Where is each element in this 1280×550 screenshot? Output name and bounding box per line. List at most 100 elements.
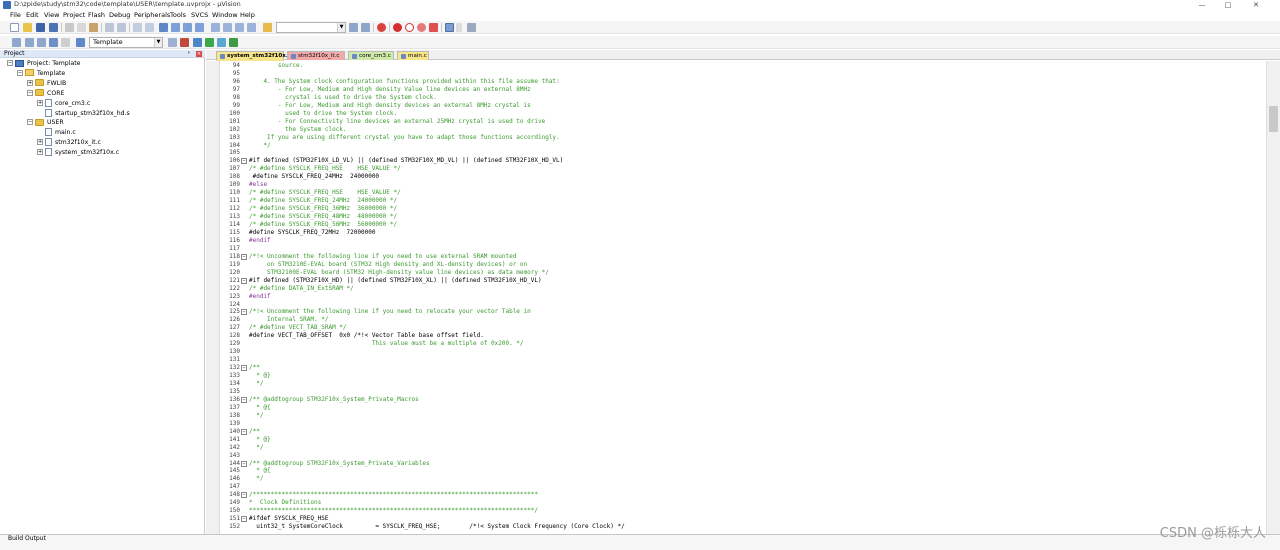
menu-peripherals[interactable]: Peripherals [134, 11, 170, 19]
window-layout-icon[interactable] [445, 23, 454, 32]
close-button[interactable]: ✕ [1244, 0, 1268, 10]
maximize-button[interactable]: □ [1216, 0, 1240, 10]
code-line[interactable]: 120 STM32100E-EVAL board (STM32 High-den… [206, 269, 1266, 277]
menu-debug[interactable]: Debug [109, 11, 130, 19]
code-line[interactable]: 139 [206, 420, 1266, 428]
code-line[interactable]: 105 [206, 149, 1266, 157]
rebuild-icon[interactable] [37, 38, 46, 47]
code-line[interactable]: 119 on STM3210E-EVAL board (STM32 High d… [206, 261, 1266, 269]
target-options-icon[interactable] [168, 38, 177, 47]
code-line[interactable]: 147 [206, 483, 1266, 491]
code-line[interactable]: 110 /* #define SYSCLK_FREQ_HSE HSE_VALUE … [206, 189, 1266, 197]
menu-help[interactable]: Help [240, 11, 255, 19]
code-line[interactable]: 136−/** @addtogroup STM32F10x_System_Pri… [206, 396, 1266, 404]
kill-breakpoints-icon[interactable] [417, 23, 426, 32]
window-layout-dropdown-icon[interactable] [456, 23, 462, 32]
project-tree-item[interactable]: startup_stm32f10x_hd.s [37, 108, 130, 119]
breakpoint-icon[interactable] [393, 23, 402, 32]
next-bookmark-icon[interactable] [183, 23, 192, 32]
tree-expander-icon[interactable]: + [37, 149, 43, 156]
project-tree-item[interactable]: + stm32f10x_it.c [37, 138, 101, 148]
redo-icon[interactable] [117, 23, 126, 32]
fold-toggle-icon[interactable]: − [241, 277, 247, 284]
find-in-files-icon[interactable] [263, 23, 272, 32]
code-line[interactable]: 118−/*!< Uncomment the following line if… [206, 253, 1266, 261]
target-select[interactable]: Template ▼ [89, 37, 163, 48]
tree-expander-icon[interactable]: − [7, 60, 13, 66]
code-line[interactable]: 140−/** [206, 428, 1266, 436]
minimize-button[interactable]: — [1190, 0, 1214, 10]
fold-toggle-icon[interactable]: − [241, 492, 247, 499]
tree-expander-icon[interactable]: − [27, 89, 33, 96]
code-line[interactable]: 116 #endif [206, 237, 1266, 245]
code-line[interactable]: 114 /* #define SYSCLK_FREQ_56MHz 56000000… [206, 221, 1266, 229]
find-icon[interactable] [349, 23, 358, 32]
tree-expander-icon[interactable]: − [17, 69, 23, 76]
comment-icon[interactable] [235, 23, 244, 32]
select-packs-icon[interactable] [205, 38, 214, 47]
code-line[interactable]: 151− #ifdef SYSCLK_FREQ_HSE [206, 515, 1266, 523]
code-line[interactable]: 128 #define VECT_TAB_OFFSET 0x0 /*!< Vect… [206, 332, 1266, 340]
project-tree-item[interactable]: − Project: Template [7, 59, 80, 69]
disable-all-breakpoints-icon[interactable] [429, 23, 438, 32]
pack-installer-icon[interactable] [217, 38, 226, 47]
code-view[interactable]: 94 source. 95 96 4. The System clock confi… [206, 61, 1266, 534]
tab-core-cm3-c[interactable]: core_cm3.c [348, 51, 394, 60]
undo-icon[interactable] [105, 23, 114, 32]
run-time-env-icon[interactable] [229, 38, 238, 47]
menu-edit[interactable]: Edit [26, 11, 39, 19]
code-line[interactable]: 150 *************************************… [206, 507, 1266, 515]
fold-toggle-icon[interactable]: − [241, 158, 247, 165]
vertical-scrollbar[interactable] [1266, 61, 1280, 534]
tab-main-c[interactable]: main.c [397, 51, 429, 60]
code-line[interactable]: 129 This value must be a multiple of 0x2… [206, 340, 1266, 348]
code-line[interactable]: 115 #define SYSCLK_FREQ_72MHz 72000000 [206, 229, 1266, 237]
code-line[interactable]: 146 */ [206, 475, 1266, 483]
fold-toggle-icon[interactable]: − [241, 309, 247, 316]
translate-icon[interactable] [12, 38, 21, 47]
code-line[interactable]: 122 /* #define DATA_IN_ExtSRAM */ [206, 285, 1266, 293]
file-extensions-icon[interactable] [180, 38, 189, 47]
code-line[interactable]: 107 /* #define SYSCLK_FREQ_HSE HSE_VALUE … [206, 165, 1266, 173]
code-line[interactable]: 97 - For Low, Medium and High density Va… [206, 86, 1266, 94]
tree-expander-icon[interactable]: + [37, 99, 43, 106]
project-tree-item[interactable]: main.c [37, 128, 76, 138]
code-line[interactable]: 98 crystal is used to drive the System c… [206, 94, 1266, 102]
scrollbar-thumb[interactable] [1269, 106, 1278, 132]
code-line[interactable]: 94 source. [206, 62, 1266, 70]
code-line[interactable]: 141 * @} [206, 436, 1266, 444]
fold-toggle-icon[interactable]: − [241, 396, 247, 403]
code-line[interactable]: 124 [206, 301, 1266, 309]
copy-icon[interactable] [77, 23, 86, 32]
debug-start-icon[interactable] [377, 23, 386, 32]
code-line[interactable]: 125−/*!< Uncomment the following line if… [206, 308, 1266, 316]
close-panel-icon[interactable]: × [196, 51, 202, 57]
tab-stm32f10x-it-c[interactable]: stm32f10x_it.c [287, 51, 345, 60]
menu-view[interactable]: View [44, 11, 59, 19]
manage-components-icon[interactable] [193, 38, 202, 47]
pin-icon[interactable]: ᵖ [186, 51, 192, 57]
menu-tools[interactable]: Tools [170, 11, 186, 19]
fold-toggle-icon[interactable]: − [241, 253, 247, 260]
code-line[interactable]: 145 * @{ [206, 467, 1266, 475]
code-line[interactable]: 135 [206, 388, 1266, 396]
code-line[interactable]: 142 */ [206, 444, 1266, 452]
incremental-find-icon[interactable] [361, 23, 370, 32]
fold-toggle-icon[interactable]: − [241, 460, 247, 467]
find-combo[interactable]: ▼ [276, 22, 346, 33]
code-line[interactable]: 99 - For Low, Medium and High density de… [206, 102, 1266, 110]
menu-project[interactable]: Project [63, 11, 85, 19]
build-icon[interactable] [25, 38, 34, 47]
batch-build-icon[interactable] [49, 38, 58, 47]
code-line[interactable]: 106− #if defined (STM32F10X_LD_VL) || (de… [206, 157, 1266, 165]
stop-build-icon[interactable] [61, 38, 70, 47]
project-tree-item[interactable]: + system_stm32f10x.c [37, 148, 119, 158]
fold-toggle-icon[interactable]: − [241, 516, 247, 523]
project-tree-item[interactable]: − USER [27, 118, 64, 128]
tree-expander-icon[interactable]: + [27, 79, 33, 86]
code-line[interactable]: 149 * Clock Definitions [206, 499, 1266, 507]
code-line[interactable]: 112 /* #define SYSCLK_FREQ_36MHz 36000000… [206, 205, 1266, 213]
code-line[interactable]: 96 4. The System clock configuration fun… [206, 78, 1266, 86]
tree-expander-icon[interactable]: − [27, 119, 33, 126]
prev-bookmark-icon[interactable] [171, 23, 180, 32]
